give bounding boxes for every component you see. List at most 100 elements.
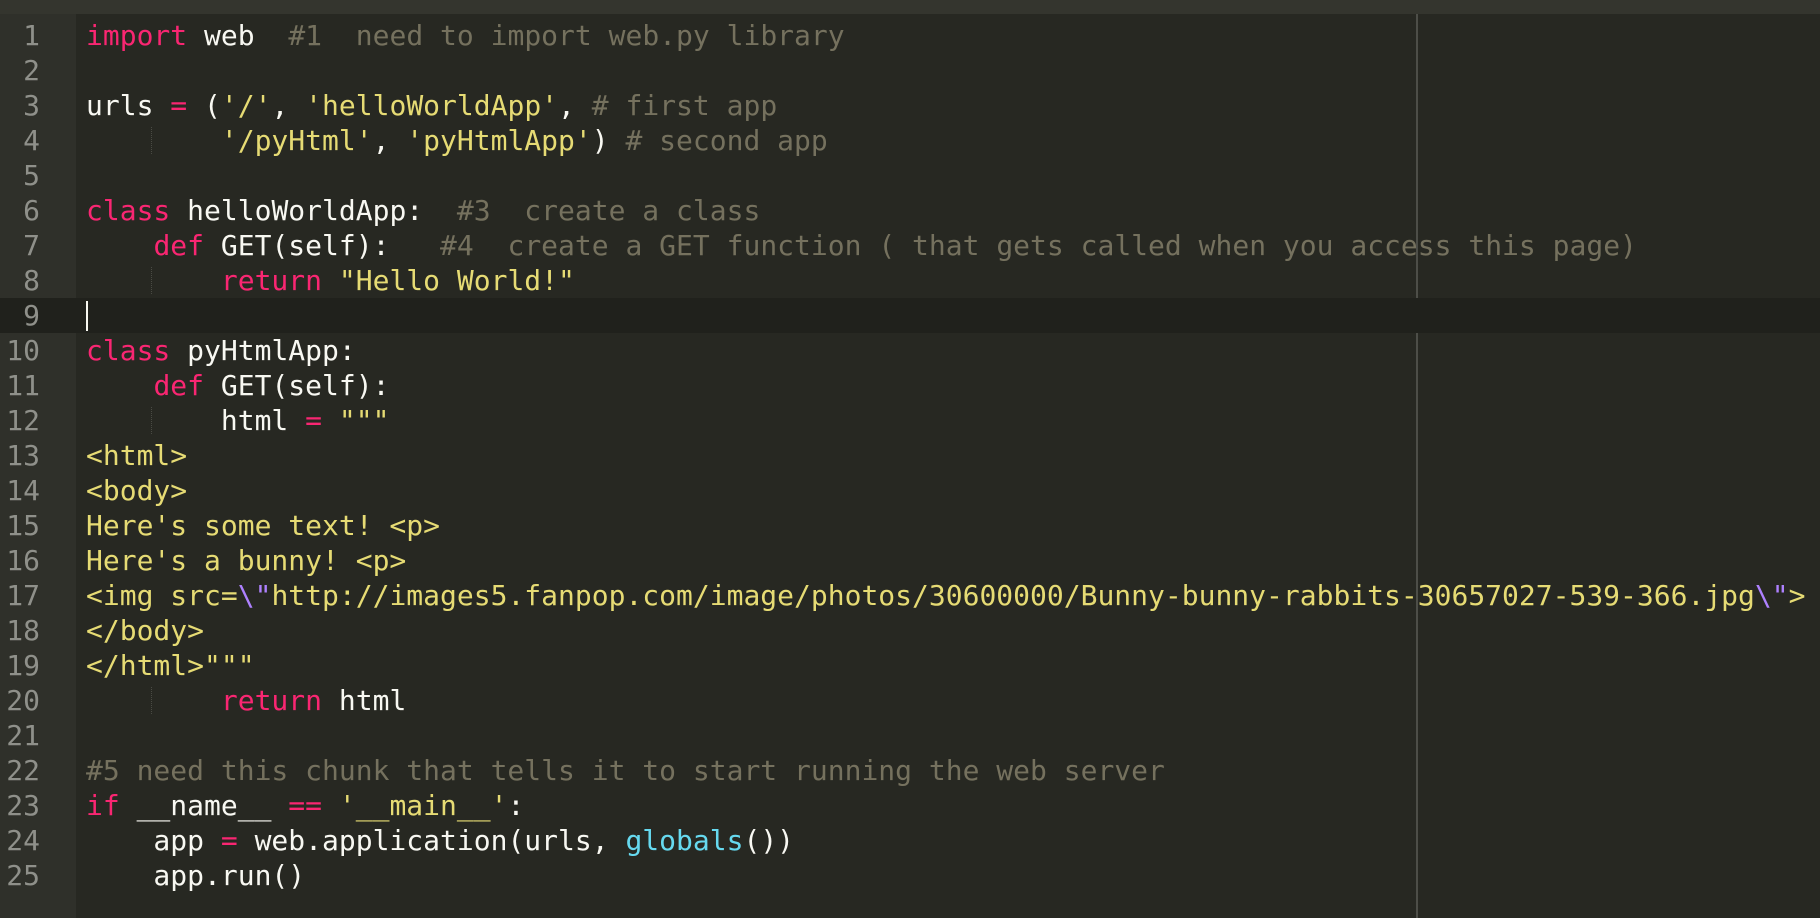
line-text[interactable]: Here's some text! <p> — [86, 508, 440, 543]
line-number: 17 — [6, 579, 40, 612]
code-line[interactable]: 22 #5 need this chunk that tells it to st… — [0, 753, 1820, 788]
line-number: 11 — [6, 369, 40, 402]
code-token: class — [86, 334, 171, 367]
code-area[interactable]: 1 import web #1 need to import web.py lib… — [0, 18, 1820, 893]
code-token: web.application(urls, — [237, 824, 626, 857]
code-line[interactable]: 25 app.run() — [0, 858, 1820, 893]
code-line[interactable]: 1 import web #1 need to import web.py lib… — [0, 18, 1820, 53]
code-token: 'pyHtmlApp' — [406, 124, 592, 157]
line-number: 14 — [6, 474, 40, 507]
code-token: def — [153, 369, 205, 402]
code-token: app — [86, 824, 221, 857]
line-number: 24 — [6, 824, 40, 857]
code-token: #1 need to import web.py library — [288, 19, 845, 52]
line-text[interactable]: html = """ — [86, 403, 390, 438]
line-text[interactable]: return html — [86, 683, 406, 718]
line-text[interactable]: def GET(self): #4 create a GET function … — [86, 228, 1636, 263]
code-line[interactable]: 9 — [0, 298, 1820, 333]
line-text[interactable]: #5 need this chunk that tells it to star… — [86, 753, 1165, 788]
line-text[interactable]: Here's a bunny! <p> — [86, 543, 406, 578]
line-text[interactable]: def GET(self): — [86, 368, 389, 403]
code-line[interactable]: 21 — [0, 718, 1820, 753]
line-text[interactable]: <html> — [86, 438, 187, 473]
code-token: return — [220, 264, 323, 297]
code-token: # second app — [625, 124, 828, 157]
code-line[interactable]: 17 <img src=\"http://images5.fanpop.com/i… — [0, 578, 1820, 613]
code-line[interactable]: 18 </body> — [0, 613, 1820, 648]
code-token: helloWorldApp: — [170, 194, 457, 227]
code-token: app.run() — [86, 859, 306, 892]
line-text[interactable]: return "Hello World!" — [86, 263, 575, 298]
code-line[interactable]: 14 <body> — [0, 473, 1820, 508]
code-line[interactable]: 8 return "Hello World!" — [0, 263, 1820, 298]
line-number: 2 — [23, 54, 40, 87]
code-token: http://images5.fanpop.com/image/photos/3… — [271, 579, 1755, 612]
line-text[interactable]: app.run() — [86, 858, 305, 893]
line-number: 7 — [23, 229, 40, 262]
code-token: Here's some text! <p> — [86, 509, 441, 542]
line-text[interactable]: import web #1 need to import web.py libr… — [86, 18, 845, 53]
line-number: 21 — [6, 719, 40, 752]
text-cursor — [86, 301, 88, 331]
code-line[interactable]: 4 '/pyHtml', 'pyHtmlApp') # second app — [0, 123, 1820, 158]
code-line[interactable]: 19 </html>""" — [0, 648, 1820, 683]
line-text[interactable]: <img src=\"http://images5.fanpop.com/ima… — [86, 578, 1805, 613]
code-line[interactable]: 11 def GET(self): — [0, 368, 1820, 403]
line-number: 13 — [6, 439, 40, 472]
line-text[interactable]: class helloWorldApp: #3 create a class — [86, 193, 760, 228]
code-token: html — [86, 404, 306, 437]
line-number: 3 — [23, 89, 40, 122]
code-line[interactable]: 20 return html — [0, 683, 1820, 718]
code-token: #3 create a class — [456, 194, 761, 227]
line-number: 22 — [6, 754, 40, 787]
line-number: 5 — [23, 159, 40, 192]
code-line[interactable]: 3 urls = ('/', 'helloWorldApp', # first a… — [0, 88, 1820, 123]
code-token: <body> — [86, 474, 188, 507]
line-number: 6 — [23, 194, 40, 227]
line-text[interactable]: </html>""" — [86, 648, 255, 683]
line-number: 16 — [6, 544, 40, 577]
line-number: 20 — [6, 684, 40, 717]
code-line[interactable]: 2 — [0, 53, 1820, 88]
code-token: = — [220, 824, 238, 857]
code-token: if — [86, 789, 120, 822]
code-line[interactable]: 10 class pyHtmlApp: — [0, 333, 1820, 368]
editor-top-bar — [0, 0, 1820, 14]
line-number: 15 — [6, 509, 40, 542]
code-token: , — [271, 89, 306, 122]
code-token: \" — [1754, 579, 1789, 612]
code-line[interactable]: 15 Here's some text! <p> — [0, 508, 1820, 543]
code-editor[interactable]: 1 import web #1 need to import web.py lib… — [0, 0, 1820, 918]
code-line[interactable]: 13 <html> — [0, 438, 1820, 473]
code-token: <html> — [86, 439, 188, 472]
code-line[interactable]: 16 Here's a bunny! <p> — [0, 543, 1820, 578]
line-text[interactable]: if __name__ == '__main__': — [86, 788, 524, 823]
code-line[interactable]: 24 app = web.application(urls, globals()… — [0, 823, 1820, 858]
code-token: 'helloWorldApp' — [305, 89, 559, 122]
line-text[interactable]: </body> — [86, 613, 204, 648]
code-line[interactable]: 5 — [0, 158, 1820, 193]
line-text[interactable]: urls = ('/', 'helloWorldApp', # first ap… — [86, 88, 777, 123]
code-token: '/' — [220, 89, 272, 122]
code-token: '__main__' — [338, 789, 508, 822]
line-text[interactable]: app = web.application(urls, globals()) — [86, 823, 794, 858]
line-text[interactable]: <body> — [86, 473, 187, 508]
code-token: globals — [625, 824, 744, 857]
line-number: 9 — [23, 299, 40, 332]
code-token: , — [372, 124, 407, 157]
code-token: = — [305, 404, 323, 437]
code-token: '/pyHtml' — [220, 124, 373, 157]
code-token: #5 need this chunk that tells it to star… — [86, 754, 1165, 787]
code-line[interactable]: 6 class helloWorldApp: #3 create a class — [0, 193, 1820, 228]
code-line[interactable]: 23 if __name__ == '__main__': — [0, 788, 1820, 823]
line-text[interactable]: class pyHtmlApp: — [86, 333, 356, 368]
line-text[interactable]: '/pyHtml', 'pyHtmlApp') # second app — [86, 123, 828, 158]
code-line[interactable]: 12 html = """ — [0, 403, 1820, 438]
code-line[interactable]: 7 def GET(self): #4 create a GET functio… — [0, 228, 1820, 263]
